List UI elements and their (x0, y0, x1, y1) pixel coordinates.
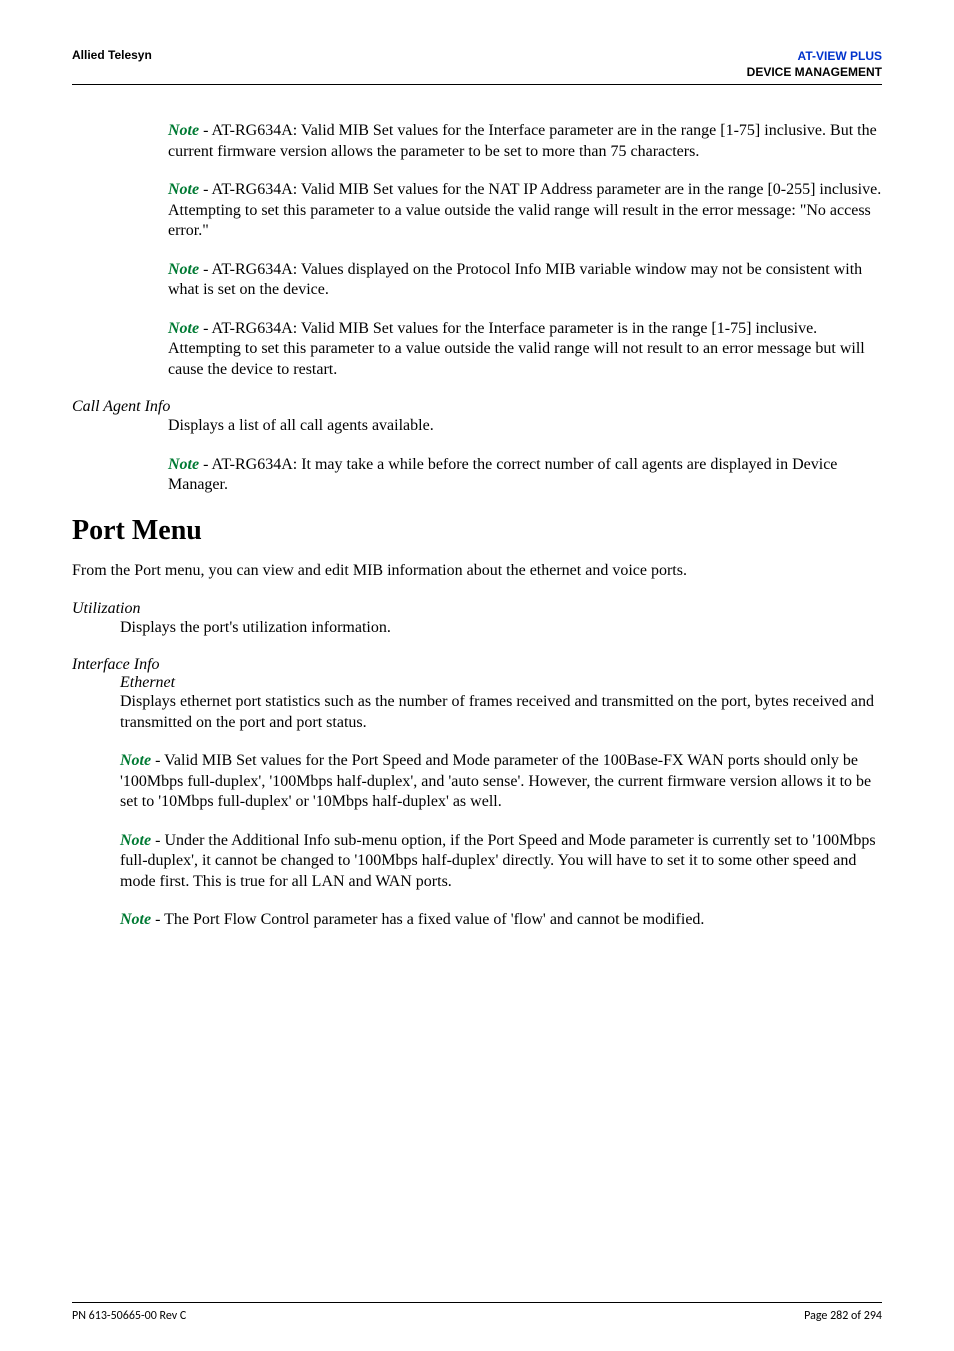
port-menu-heading: Port Menu (72, 515, 882, 547)
utilization-desc: Displays the port's utilization informat… (120, 618, 882, 638)
note-label: Note (168, 261, 203, 278)
voip-note-1: Note - AT-RG634A: Valid MIB Set values f… (168, 121, 882, 162)
note-label: Note (120, 832, 155, 849)
note-text: - The Port Flow Control parameter has a … (155, 911, 704, 928)
footer-divider (72, 1302, 882, 1303)
note-text: - AT-RG634A: Valid MIB Set values for th… (168, 122, 877, 159)
note-text: - Valid MIB Set values for the Port Spee… (120, 752, 871, 810)
note-text: - Under the Additional Info sub-menu opt… (120, 832, 876, 890)
header-subtitle: DEVICE MANAGEMENT (747, 65, 882, 79)
note-label: Note (168, 456, 203, 473)
page-footer: PN 613-50665-00 Rev C Page 282 of 294 (72, 1302, 882, 1323)
header-left: Allied Telesyn (72, 48, 152, 62)
interface-note-1: Note - Valid MIB Set values for the Port… (120, 751, 882, 812)
voip-note-2: Note - AT-RG634A: Valid MIB Set values f… (168, 180, 882, 241)
call-agent-info-desc: Displays a list of all call agents avail… (168, 416, 882, 436)
note-text: - AT-RG634A: Valid MIB Set values for th… (168, 320, 865, 378)
note-label: Note (168, 122, 203, 139)
note-label: Note (120, 752, 155, 769)
note-text: - AT-RG634A: It may take a while before … (168, 456, 837, 493)
voip-note-4: Note - AT-RG634A: Valid MIB Set values f… (168, 319, 882, 380)
port-menu-intro: From the Port menu, you can view and edi… (72, 561, 882, 581)
note-text: - AT-RG634A: Valid MIB Set values for th… (168, 181, 881, 239)
header-product: AT-VIEW PLUS (798, 49, 882, 63)
note-text: - AT-RG634A: Values displayed on the Pro… (168, 261, 862, 298)
call-agent-info-label: Call Agent Info (72, 398, 882, 416)
footer-right: Page 282 of 294 (804, 1309, 882, 1323)
interface-note-2: Note - Under the Additional Info sub-men… (120, 831, 882, 892)
note-label: Note (168, 181, 203, 198)
interface-note-3: Note - The Port Flow Control parameter h… (120, 910, 882, 930)
call-agent-note: Note - AT-RG634A: It may take a while be… (168, 455, 882, 496)
ethernet-label: Ethernet (120, 674, 882, 692)
page-header: Allied Telesyn AT-VIEW PLUS DEVICE MANAG… (72, 48, 882, 80)
interface-info-label: Interface Info (72, 656, 882, 674)
note-label: Note (168, 320, 203, 337)
header-right: AT-VIEW PLUS DEVICE MANAGEMENT (747, 48, 882, 80)
voip-note-3: Note - AT-RG634A: Values displayed on th… (168, 260, 882, 301)
header-divider (72, 84, 882, 85)
footer-left: PN 613-50665-00 Rev C (72, 1309, 186, 1323)
note-label: Note (120, 911, 155, 928)
ethernet-desc: Displays ethernet port statistics such a… (120, 692, 882, 733)
utilization-label: Utilization (72, 600, 882, 618)
